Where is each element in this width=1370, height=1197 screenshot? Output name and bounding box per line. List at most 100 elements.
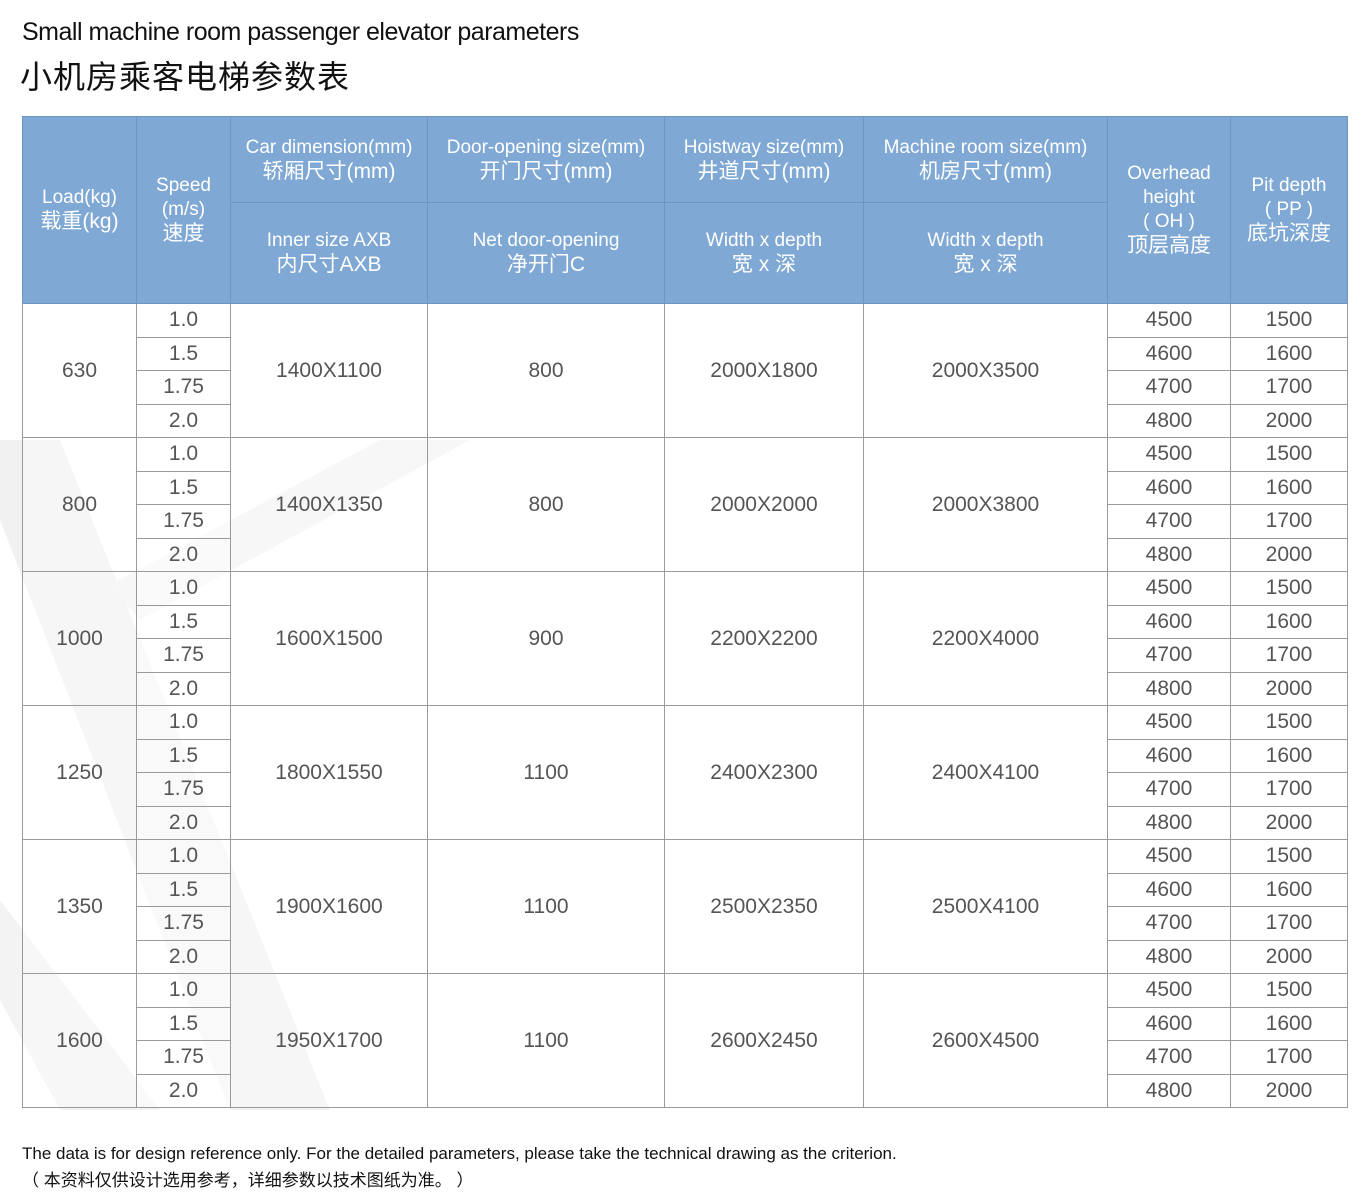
table-row: 1250 1.0 1800X1550 1100 2400X2300 2400X4100 45…	[22, 705, 1348, 840]
cell-overhead: 4600	[1107, 738, 1231, 773]
cell-pit-depth: 2000	[1230, 537, 1348, 572]
cell-speed: 1.5	[136, 1006, 231, 1041]
cell-pit-depth: 1500	[1230, 705, 1348, 740]
cell-machine-room-size: 2500X4100	[863, 839, 1108, 974]
cell-load: 1350	[22, 839, 137, 974]
cell-car-size: 1400X1350	[230, 437, 428, 572]
cell-speed: 2.0	[136, 671, 231, 706]
footnote: The data is for design reference only. F…	[22, 1140, 897, 1194]
footnote-chinese: （ 本资料仅供设计选用参考，详细参数以技术图纸为准。 ）	[22, 1171, 474, 1190]
cell-overhead: 4500	[1107, 705, 1231, 740]
footnote-english: The data is for design reference only. F…	[22, 1144, 897, 1163]
cell-speed: 2.0	[136, 939, 231, 974]
table-row: 1600 1.0 1950X1700 1100 2600X2450 2600X4500 45…	[22, 973, 1348, 1108]
cell-overhead: 4500	[1107, 839, 1231, 874]
cell-door-size: 1100	[427, 839, 665, 974]
cell-overhead: 4700	[1107, 504, 1231, 539]
cell-pit-depth: 1700	[1230, 906, 1348, 941]
cell-overhead: 4800	[1107, 403, 1231, 438]
cell-pit-depth: 1700	[1230, 370, 1348, 405]
cell-speed: 1.0	[136, 839, 231, 874]
cell-overhead: 4800	[1107, 939, 1231, 974]
cell-speed: 1.75	[136, 906, 231, 941]
cell-speed: 1.75	[136, 1040, 231, 1075]
header-pit-depth: Pit depth( PP ) 底坑深度	[1230, 116, 1348, 304]
subheader-hoistway-wd: Width x depth 宽 x 深	[664, 202, 864, 304]
cell-overhead: 4800	[1107, 671, 1231, 706]
cell-load: 800	[22, 437, 137, 572]
table-body: 630 1.0 1400X1100 800 2000X1800 2000X3500 4500…	[22, 303, 1348, 1108]
cell-speed: 1.0	[136, 571, 231, 606]
cell-pit-depth: 1600	[1230, 872, 1348, 907]
subheader-machine-wd: Width x depth 宽 x 深	[863, 202, 1108, 304]
table-row: 1350 1.0 1900X1600 1100 2500X2350 2500X4100 45…	[22, 839, 1348, 974]
cell-overhead: 4700	[1107, 906, 1231, 941]
cell-overhead: 4600	[1107, 604, 1231, 639]
header-load: Load(kg) 载重(kg)	[22, 116, 137, 304]
cell-speed: 1.5	[136, 872, 231, 907]
cell-pit-depth: 1700	[1230, 504, 1348, 539]
table-row: 630 1.0 1400X1100 800 2000X1800 2000X3500 4500…	[22, 303, 1348, 438]
cell-speed: 2.0	[136, 403, 231, 438]
cell-speed: 1.0	[136, 705, 231, 740]
cell-pit-depth: 1600	[1230, 604, 1348, 639]
cell-machine-room-size: 2000X3500	[863, 303, 1108, 438]
table-row: 800 1.0 1400X1350 800 2000X2000 2000X3800 4500…	[22, 437, 1348, 572]
cell-door-size: 1100	[427, 705, 665, 840]
cell-pit-depth: 1600	[1230, 336, 1348, 371]
cell-door-size: 1100	[427, 973, 665, 1108]
subheader-inner-size: Inner size AXB 内尺寸AXB	[230, 202, 428, 304]
cell-pit-depth: 2000	[1230, 671, 1348, 706]
cell-car-size: 1400X1100	[230, 303, 428, 438]
cell-car-size: 1600X1500	[230, 571, 428, 706]
cell-speed: 2.0	[136, 537, 231, 572]
cell-machine-room-size: 2600X4500	[863, 973, 1108, 1108]
cell-pit-depth: 1500	[1230, 839, 1348, 874]
cell-pit-depth: 1600	[1230, 738, 1348, 773]
cell-speed: 1.5	[136, 470, 231, 505]
cell-speed: 1.75	[136, 772, 231, 807]
page-title-english: Small machine room passenger elevator pa…	[22, 18, 579, 46]
cell-overhead: 4700	[1107, 370, 1231, 405]
cell-hoistway-size: 2000X2000	[664, 437, 864, 572]
cell-speed: 1.75	[136, 504, 231, 539]
cell-overhead: 4700	[1107, 772, 1231, 807]
cell-pit-depth: 1600	[1230, 1006, 1348, 1041]
table-row: 1000 1.0 1600X1500 900 2200X2200 2200X4000 450…	[22, 571, 1348, 706]
cell-pit-depth: 1500	[1230, 437, 1348, 472]
cell-overhead: 4600	[1107, 336, 1231, 371]
cell-overhead: 4500	[1107, 973, 1231, 1008]
cell-overhead: 4700	[1107, 1040, 1231, 1075]
cell-overhead: 4500	[1107, 437, 1231, 472]
cell-car-size: 1800X1550	[230, 705, 428, 840]
cell-speed: 1.0	[136, 973, 231, 1008]
cell-load: 1000	[22, 571, 137, 706]
cell-overhead: 4800	[1107, 1073, 1231, 1108]
subheader-net-door: Net door-opening 净开门C	[427, 202, 665, 304]
cell-pit-depth: 1500	[1230, 973, 1348, 1008]
cell-overhead: 4500	[1107, 303, 1231, 338]
cell-pit-depth: 1500	[1230, 571, 1348, 606]
cell-overhead: 4800	[1107, 805, 1231, 840]
cell-hoistway-size: 2600X2450	[664, 973, 864, 1108]
header-door-opening: Door-opening size(mm) 开门尺寸(mm)	[427, 116, 665, 203]
page-title-chinese: 小机房乘客电梯参数表	[20, 58, 351, 96]
cell-pit-depth: 2000	[1230, 1073, 1348, 1108]
cell-pit-depth: 1700	[1230, 638, 1348, 673]
header-machine-room: Machine room size(mm) 机房尺寸(mm)	[863, 116, 1108, 203]
cell-speed: 1.75	[136, 370, 231, 405]
cell-speed: 1.75	[136, 638, 231, 673]
cell-speed: 1.0	[136, 437, 231, 472]
cell-hoistway-size: 2500X2350	[664, 839, 864, 974]
cell-door-size: 900	[427, 571, 665, 706]
cell-overhead: 4700	[1107, 638, 1231, 673]
cell-overhead: 4600	[1107, 1006, 1231, 1041]
cell-pit-depth: 1700	[1230, 772, 1348, 807]
cell-machine-room-size: 2400X4100	[863, 705, 1108, 840]
header-hoistway: Hoistway size(mm) 井道尺寸(mm)	[664, 116, 864, 203]
cell-overhead: 4600	[1107, 470, 1231, 505]
cell-hoistway-size: 2000X1800	[664, 303, 864, 438]
cell-pit-depth: 2000	[1230, 403, 1348, 438]
cell-overhead: 4600	[1107, 872, 1231, 907]
header-car-dimension: Car dimension(mm) 轿厢尺寸(mm)	[230, 116, 428, 203]
